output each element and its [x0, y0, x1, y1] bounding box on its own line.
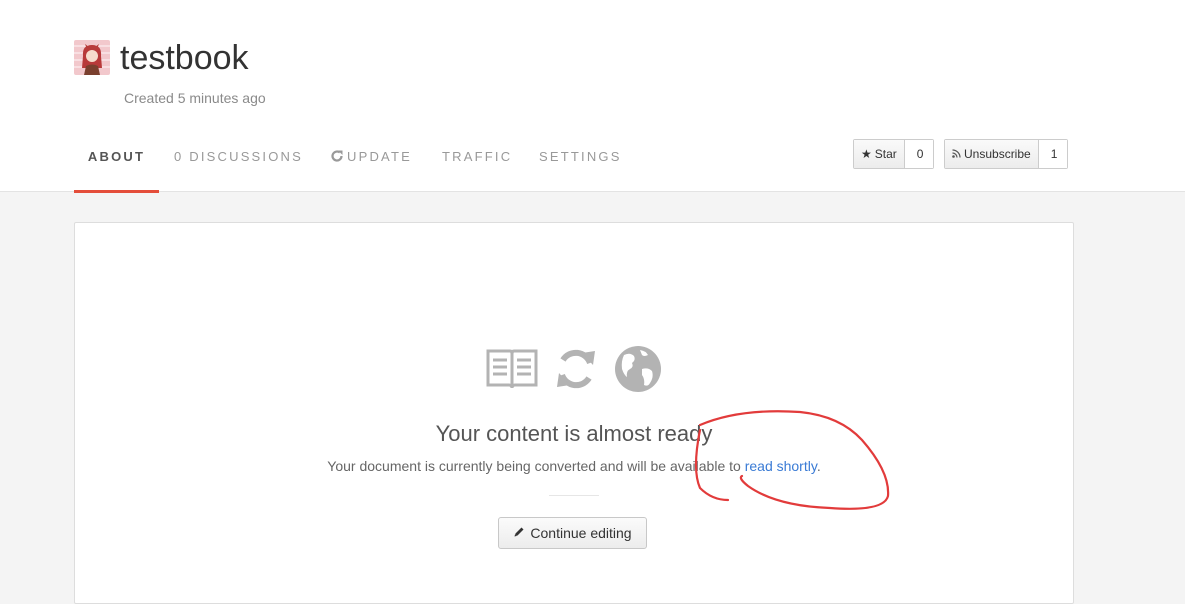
status-description: Your document is currently being convert… [0, 457, 1148, 475]
subscribe-button-group: Unsubscribe 1 [944, 139, 1069, 169]
tab-about[interactable]: ABOUT [74, 138, 159, 193]
rss-icon [952, 140, 961, 168]
star-button-group: ★ Star 0 [853, 139, 935, 169]
star-count[interactable]: 0 [904, 140, 934, 168]
book-title: testbook [120, 39, 249, 77]
tab-about-label: ABOUT [87, 149, 146, 164]
status-icons [486, 345, 662, 398]
pencil-icon [513, 525, 525, 541]
tab-discussions[interactable]: 0 DISCUSSIONS [174, 138, 303, 190]
star-button-label: Star [874, 147, 897, 161]
refresh-icon [330, 149, 347, 164]
book-icon [486, 347, 538, 396]
continue-editing-button[interactable]: Continue editing [498, 517, 647, 549]
tab-discussions-label: 0 DISCUSSIONS [174, 149, 304, 164]
tab-settings[interactable]: SETTINGS [539, 138, 622, 190]
tab-traffic-label: TRAFFIC [442, 149, 513, 164]
continue-editing-label: Continue editing [530, 525, 632, 541]
tab-update-label: UPDATE [347, 149, 412, 164]
read-shortly-link[interactable]: read shortly [745, 458, 817, 474]
tab-settings-label: SETTINGS [539, 149, 622, 164]
divider [549, 495, 599, 496]
status-description-suffix: . [816, 458, 821, 474]
status-heading: Your content is almost ready [435, 421, 713, 446]
unsubscribe-button-label: Unsubscribe [964, 147, 1031, 161]
tab-traffic[interactable]: TRAFFIC [442, 138, 512, 190]
book-header: testbook Created 5 minutes ago ABOUT 0 D… [0, 0, 1185, 193]
status-description-text: Your document is currently being convert… [327, 458, 745, 474]
subscriber-count[interactable]: 1 [1038, 140, 1068, 168]
star-button[interactable]: ★ Star [854, 140, 905, 168]
tab-update[interactable]: UPDATE [330, 138, 412, 190]
globe-icon [614, 345, 662, 398]
star-icon: ★ [861, 147, 872, 161]
created-timestamp: Created 5 minutes ago [124, 90, 266, 106]
refresh-icon [554, 345, 598, 398]
unsubscribe-button[interactable]: Unsubscribe [945, 140, 1039, 168]
book-cover-avatar[interactable] [74, 40, 110, 75]
